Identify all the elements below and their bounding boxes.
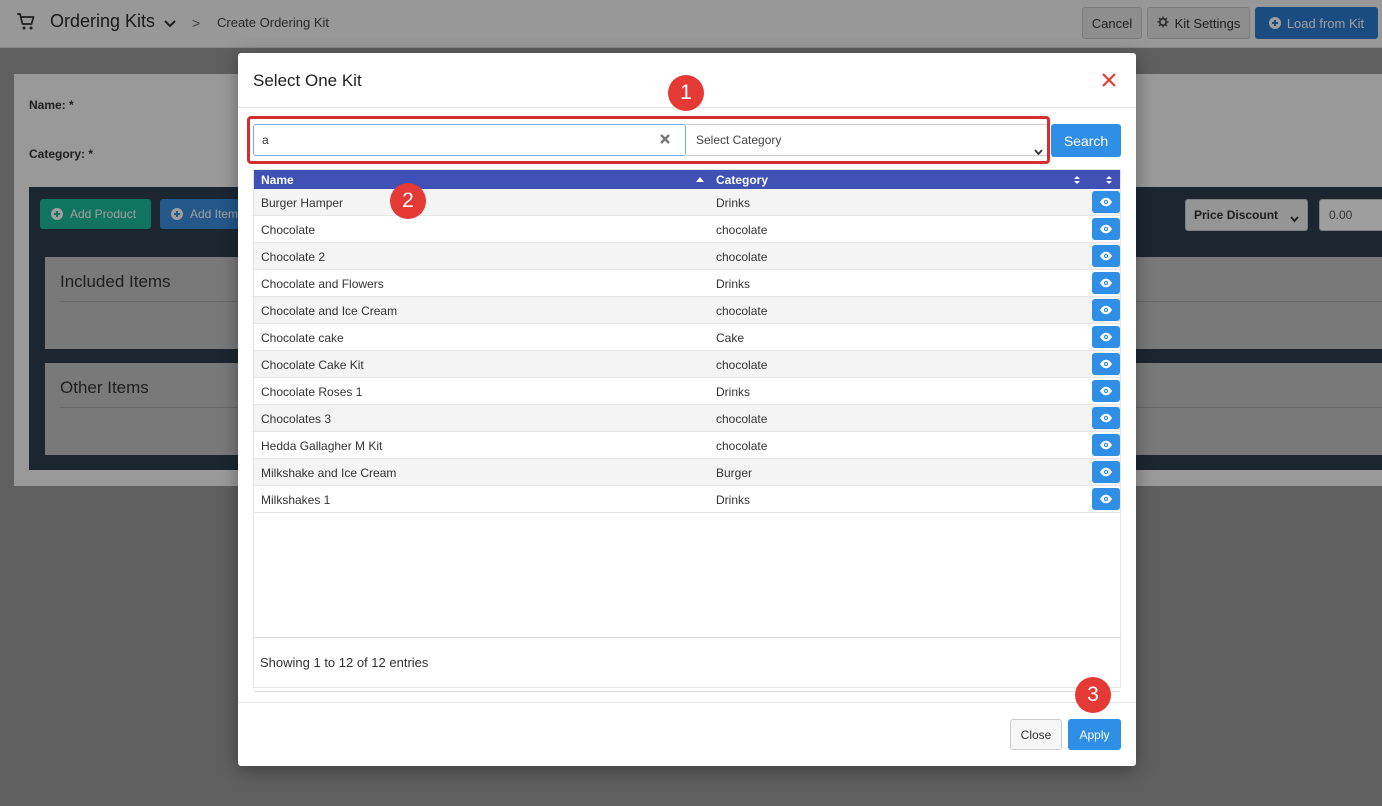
kit-name-cell: Chocolate 2 <box>261 250 326 264</box>
view-kit-button[interactable] <box>1092 191 1120 213</box>
step-badge-3: 3 <box>1075 677 1111 713</box>
table-row[interactable]: Chocolate and Flowers Drinks <box>254 270 1120 297</box>
kit-name-cell: Hedda Gallagher M Kit <box>261 439 383 453</box>
view-kit-button[interactable] <box>1092 461 1120 483</box>
eye-icon <box>1099 494 1113 504</box>
table-row[interactable]: Burger Hamper Drinks <box>254 189 1120 216</box>
kit-name-cell: Chocolate <box>261 223 316 237</box>
kit-name-cell: Chocolate Roses 1 <box>261 385 363 399</box>
kit-category-cell: Drinks <box>716 196 751 210</box>
table-row[interactable]: Milkshake and Ice Cream Burger <box>254 459 1120 486</box>
apply-button[interactable]: Apply <box>1068 719 1121 750</box>
apply-button-label: Apply <box>1079 727 1110 742</box>
eye-icon <box>1099 278 1113 288</box>
kits-table: Name Category Burger Hamper Drinks Chocola… <box>253 169 1121 692</box>
kit-category-cell: Drinks <box>716 385 751 399</box>
search-button-label: Search <box>1063 132 1109 149</box>
table-row[interactable]: Chocolate chocolate <box>254 216 1120 243</box>
view-kit-button[interactable] <box>1092 434 1120 456</box>
kit-category-cell: Cake <box>716 331 745 345</box>
view-kit-button[interactable] <box>1092 299 1120 321</box>
table-row[interactable]: Chocolate 2 chocolate <box>254 243 1120 270</box>
kit-category-cell: Drinks <box>716 277 751 291</box>
table-row[interactable]: Hedda Gallagher M Kit chocolate <box>254 432 1120 459</box>
sort-asc-icon[interactable] <box>696 174 704 184</box>
eye-icon <box>1099 305 1113 315</box>
sort-icon[interactable] <box>1105 174 1113 184</box>
modal-title: Select One Kit <box>253 71 362 90</box>
table-row[interactable]: Chocolate cake Cake <box>254 324 1120 351</box>
column-header-category[interactable]: Category <box>716 173 768 187</box>
kit-category-cell: chocolate <box>716 250 768 264</box>
entries-info: Showing 1 to 12 of 12 entries <box>260 655 429 670</box>
view-kit-button[interactable] <box>1092 353 1120 375</box>
kit-name-cell: Chocolate and Flowers <box>261 277 384 291</box>
kit-category-cell: Drinks <box>716 493 751 507</box>
divider <box>254 691 1120 692</box>
eye-icon <box>1099 413 1113 423</box>
kit-name-cell: Milkshakes 1 <box>261 493 331 507</box>
eye-icon <box>1099 386 1113 396</box>
view-kit-button[interactable] <box>1092 272 1120 294</box>
close-button[interactable]: Close <box>1010 719 1062 750</box>
table-body: Burger Hamper Drinks Chocolate chocolate Cho… <box>254 189 1120 513</box>
close-button-label: Close <box>1020 727 1052 742</box>
kit-name-cell: Chocolate cake <box>261 331 344 345</box>
view-kit-button[interactable] <box>1092 218 1120 240</box>
step-badge-2: 2 <box>390 183 426 219</box>
view-kit-button[interactable] <box>1092 407 1120 429</box>
select-kit-modal: Select One Kit a Select Category Search … <box>238 53 1136 766</box>
kit-name-cell: Chocolate Cake Kit <box>261 358 364 372</box>
view-kit-button[interactable] <box>1092 326 1120 348</box>
kit-name-cell: Burger Hamper <box>261 196 344 210</box>
kit-category-cell: chocolate <box>716 412 768 426</box>
kit-name-cell: Milkshake and Ice Cream <box>261 466 397 480</box>
kit-category-cell: chocolate <box>716 358 768 372</box>
view-kit-button[interactable] <box>1092 380 1120 402</box>
view-kit-button[interactable] <box>1092 488 1120 510</box>
annotation-highlight-box <box>247 116 1050 164</box>
eye-icon <box>1099 197 1113 207</box>
column-header-name[interactable]: Name <box>261 173 294 187</box>
eye-icon <box>1099 332 1113 342</box>
eye-icon <box>1099 359 1113 369</box>
eye-icon <box>1099 467 1113 477</box>
table-row[interactable]: Chocolate Roses 1 Drinks <box>254 378 1120 405</box>
eye-icon <box>1099 440 1113 450</box>
kit-name-cell: Chocolates 3 <box>261 412 332 426</box>
kit-category-cell: chocolate <box>716 304 768 318</box>
step-badge-1: 1 <box>668 75 704 111</box>
close-icon[interactable] <box>1101 72 1117 88</box>
table-header: Name Category <box>254 170 1120 189</box>
table-row[interactable]: Chocolate Cake Kit chocolate <box>254 351 1120 378</box>
kit-category-cell: chocolate <box>716 439 768 453</box>
sort-icon[interactable] <box>1073 174 1081 184</box>
view-kit-button[interactable] <box>1092 245 1120 267</box>
kit-category-cell: chocolate <box>716 223 768 237</box>
kit-name-cell: Chocolate and Ice Cream <box>261 304 398 318</box>
eye-icon <box>1099 224 1113 234</box>
table-row[interactable]: Chocolates 3 chocolate <box>254 405 1120 432</box>
table-row[interactable]: Chocolate and Ice Cream chocolate <box>254 297 1120 324</box>
kit-category-cell: Burger <box>716 466 753 480</box>
table-row[interactable]: Milkshakes 1 Drinks <box>254 486 1120 513</box>
divider <box>238 702 1136 703</box>
eye-icon <box>1099 251 1113 261</box>
search-button[interactable]: Search <box>1051 124 1121 157</box>
